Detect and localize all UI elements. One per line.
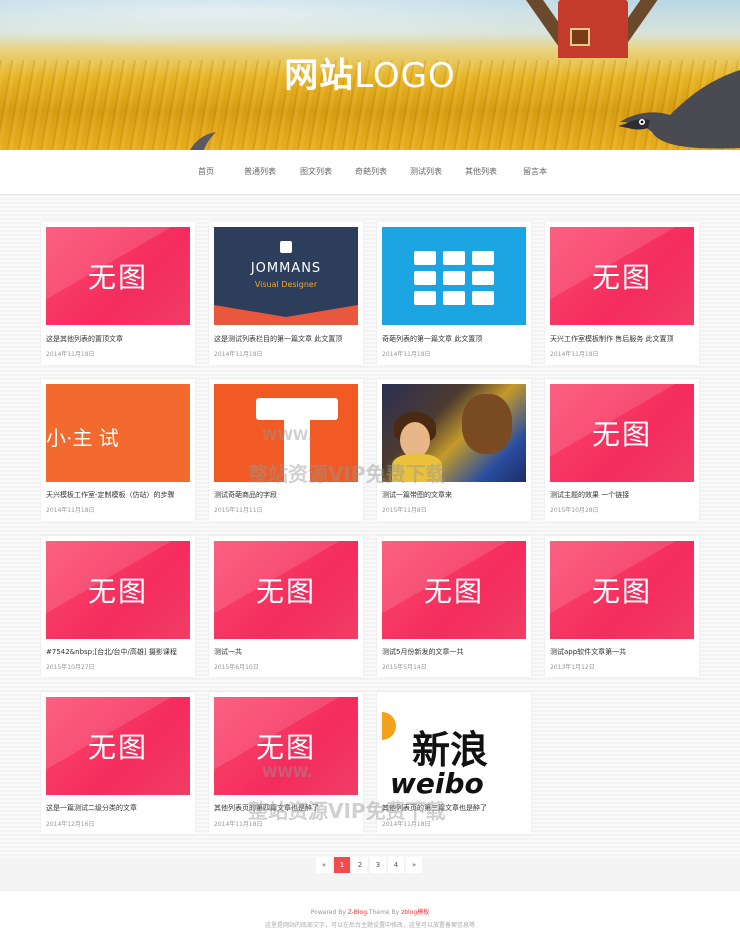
nav-item-odd-list[interactable]: 奇葩列表 bbox=[355, 166, 387, 177]
post-date: 2015年11月8日 bbox=[382, 507, 427, 514]
bag-icon bbox=[280, 241, 292, 253]
nav-item-home[interactable]: 首页 bbox=[198, 166, 214, 177]
post-date: 2014年11月18日 bbox=[382, 351, 431, 358]
post-date: 2014年11月18日 bbox=[214, 821, 263, 828]
post-date: 2015年6月10日 bbox=[214, 664, 259, 671]
footer-zblog-link[interactable]: Z-Blog bbox=[348, 909, 367, 916]
post-date: 2014年11月18日 bbox=[46, 351, 95, 358]
post-title[interactable]: 其他列表页的第三篇文章也是醉了 bbox=[382, 803, 528, 813]
post-title[interactable]: #7542&nbsp;[台北/台中/高雄] 摄影课程 bbox=[46, 647, 192, 657]
nav-item-guestbook[interactable]: 留言本 bbox=[523, 166, 547, 177]
post-thumbnail-image[interactable] bbox=[214, 384, 358, 482]
post-card[interactable]: 无图 测试主题的效果 一个链接 2015年10月28日 bbox=[545, 379, 699, 521]
post-title[interactable]: 天兴模板工作室-定制模板（仿站）的步骤 bbox=[46, 490, 192, 500]
main-nav: 首页 普通列表 图文列表 奇葩列表 测试列表 其他列表 留言本 bbox=[0, 150, 740, 195]
post-title[interactable]: 测试一共 bbox=[214, 647, 360, 657]
post-thumbnail-placeholder[interactable]: 无图 bbox=[46, 541, 190, 639]
post-card[interactable]: 测试奇葩商品的字段 2015年11月11日 bbox=[209, 379, 363, 521]
footer-notice: 这里是网站的底部文字，可以在后台主题设置中修改，这里可以放置备案信息等 bbox=[264, 922, 475, 929]
post-thumbnail-placeholder[interactable]: 无图 bbox=[214, 697, 358, 795]
post-title[interactable]: 天兴工作室模板制作 售后服务 此文置顶 bbox=[550, 334, 696, 344]
post-title[interactable]: 奇葩列表的第一篇文章 此文置顶 bbox=[382, 334, 528, 344]
post-date: 2013年1月12日 bbox=[550, 664, 595, 671]
post-thumbnail-placeholder[interactable]: 无图 bbox=[550, 541, 694, 639]
post-thumbnail-image[interactable] bbox=[382, 384, 526, 482]
post-thumbnail-image[interactable]: JOMMANS Visual Designer bbox=[214, 227, 358, 325]
post-date: 2014年11月18日 bbox=[214, 351, 263, 358]
page-button-current[interactable]: 1 bbox=[334, 857, 350, 873]
post-thumbnail-placeholder[interactable]: 无图 bbox=[214, 541, 358, 639]
site-logo-cn: 网站 bbox=[284, 56, 355, 96]
post-date: 2015年10月27日 bbox=[46, 664, 95, 671]
post-thumbnail-image[interactable]: 新浪 weibo bbox=[382, 697, 526, 795]
post-thumbnail-placeholder[interactable]: 无图 bbox=[550, 227, 694, 325]
post-card[interactable]: 无图 这是其他列表的置顶文章 2014年11月18日 bbox=[41, 222, 195, 365]
site-footer: Powered By Z-Blog,Theme By zblog模板 这里是网站… bbox=[0, 890, 740, 934]
nav-item-other-list[interactable]: 其他列表 bbox=[465, 166, 497, 177]
site-logo-en: LOGO bbox=[354, 56, 456, 96]
post-thumbnail-placeholder[interactable]: 无图 bbox=[46, 697, 190, 795]
post-card[interactable]: 无图 测试一共 2015年6月10日 bbox=[209, 536, 363, 677]
post-title[interactable]: 这是其他列表的置顶文章 bbox=[46, 334, 192, 344]
footer-theme-link[interactable]: zblog模板 bbox=[401, 909, 429, 916]
nav-item-image-list[interactable]: 图文列表 bbox=[300, 166, 332, 177]
post-title[interactable]: 其他列表页的第四篇文章也是醉了 bbox=[214, 803, 360, 813]
post-title[interactable]: 测试主题的效果 一个链接 bbox=[550, 490, 696, 500]
site-logo[interactable]: 网站LOGO bbox=[0, 48, 740, 97]
post-card[interactable]: 无图 其他列表页的第四篇文章也是醉了 2014年11月18日 bbox=[209, 692, 363, 834]
post-card[interactable]: 无图 #7542&nbsp;[台北/台中/高雄] 摄影课程 2015年10月27… bbox=[41, 536, 195, 677]
post-thumbnail-placeholder[interactable]: 无图 bbox=[550, 384, 694, 482]
post-title[interactable]: 测试奇葩商品的字段 bbox=[214, 490, 360, 500]
header-banner: 网站LOGO bbox=[0, 0, 740, 150]
post-card[interactable]: 小·主 试 天兴模板工作室-定制模板（仿站）的步骤 2014年11月18日 bbox=[41, 379, 195, 521]
post-card[interactable]: 无图 测试5月份新发的文章一共 2015年5月14日 bbox=[377, 536, 531, 677]
post-card[interactable]: 无图 天兴工作室模板制作 售后服务 此文置顶 2014年11月18日 bbox=[545, 222, 699, 365]
nav-item-test-list[interactable]: 测试列表 bbox=[410, 166, 442, 177]
post-title[interactable]: 这是测试列表栏目的第一篇文章 此文置顶 bbox=[214, 334, 360, 344]
page-prev-button[interactable]: « bbox=[316, 857, 332, 873]
post-card[interactable]: JOMMANS Visual Designer 这是测试列表栏目的第一篇文章 此… bbox=[209, 222, 363, 365]
post-title[interactable]: 测试app软件文章第一共 bbox=[550, 647, 696, 657]
bird-wing-tip bbox=[190, 132, 216, 150]
post-card[interactable]: 无图 这是一篇测试二级分类的文章 2014年12月16日 bbox=[41, 692, 195, 834]
post-title[interactable]: 测试一篇带图的文章来 bbox=[382, 490, 528, 500]
post-date: 2014年12月16日 bbox=[46, 821, 95, 828]
weibo-logo-icon bbox=[382, 712, 396, 740]
post-title[interactable]: 这是一篇测试二级分类的文章 bbox=[46, 803, 192, 813]
post-thumbnail-image[interactable]: 小·主 试 bbox=[46, 384, 190, 482]
post-date: 2014年11月18日 bbox=[550, 351, 599, 358]
post-date: 2015年11月11日 bbox=[214, 507, 263, 514]
post-date: 2015年5月14日 bbox=[382, 664, 427, 671]
post-card[interactable]: 新浪 weibo 其他列表页的第三篇文章也是醉了 2014年11月18日 bbox=[377, 692, 531, 834]
post-card[interactable]: 测试一篇带图的文章来 2015年11月8日 bbox=[377, 379, 531, 521]
post-card[interactable]: 无图 测试app软件文章第一共 2013年1月12日 bbox=[545, 536, 699, 677]
post-date: 2014年11月18日 bbox=[46, 507, 95, 514]
post-thumbnail-placeholder[interactable]: 无图 bbox=[46, 227, 190, 325]
post-thumbnail-placeholder[interactable]: 无图 bbox=[382, 541, 526, 639]
post-card[interactable]: 奇葩列表的第一篇文章 此文置顶 2014年11月18日 bbox=[377, 222, 531, 365]
page-button[interactable]: 2 bbox=[352, 857, 368, 873]
footer-powered: Powered By Z-Blog,Theme By zblog模板 bbox=[310, 909, 430, 916]
post-date: 2014年11月18日 bbox=[382, 821, 431, 828]
post-title[interactable]: 测试5月份新发的文章一共 bbox=[382, 647, 528, 657]
post-thumbnail-image[interactable] bbox=[382, 227, 526, 325]
nav-item-normal-list[interactable]: 普通列表 bbox=[244, 166, 276, 177]
post-date: 2015年10月28日 bbox=[550, 507, 599, 514]
page-next-button[interactable]: » bbox=[406, 857, 422, 873]
page-button[interactable]: 3 bbox=[370, 857, 386, 873]
page-button[interactable]: 4 bbox=[388, 857, 404, 873]
